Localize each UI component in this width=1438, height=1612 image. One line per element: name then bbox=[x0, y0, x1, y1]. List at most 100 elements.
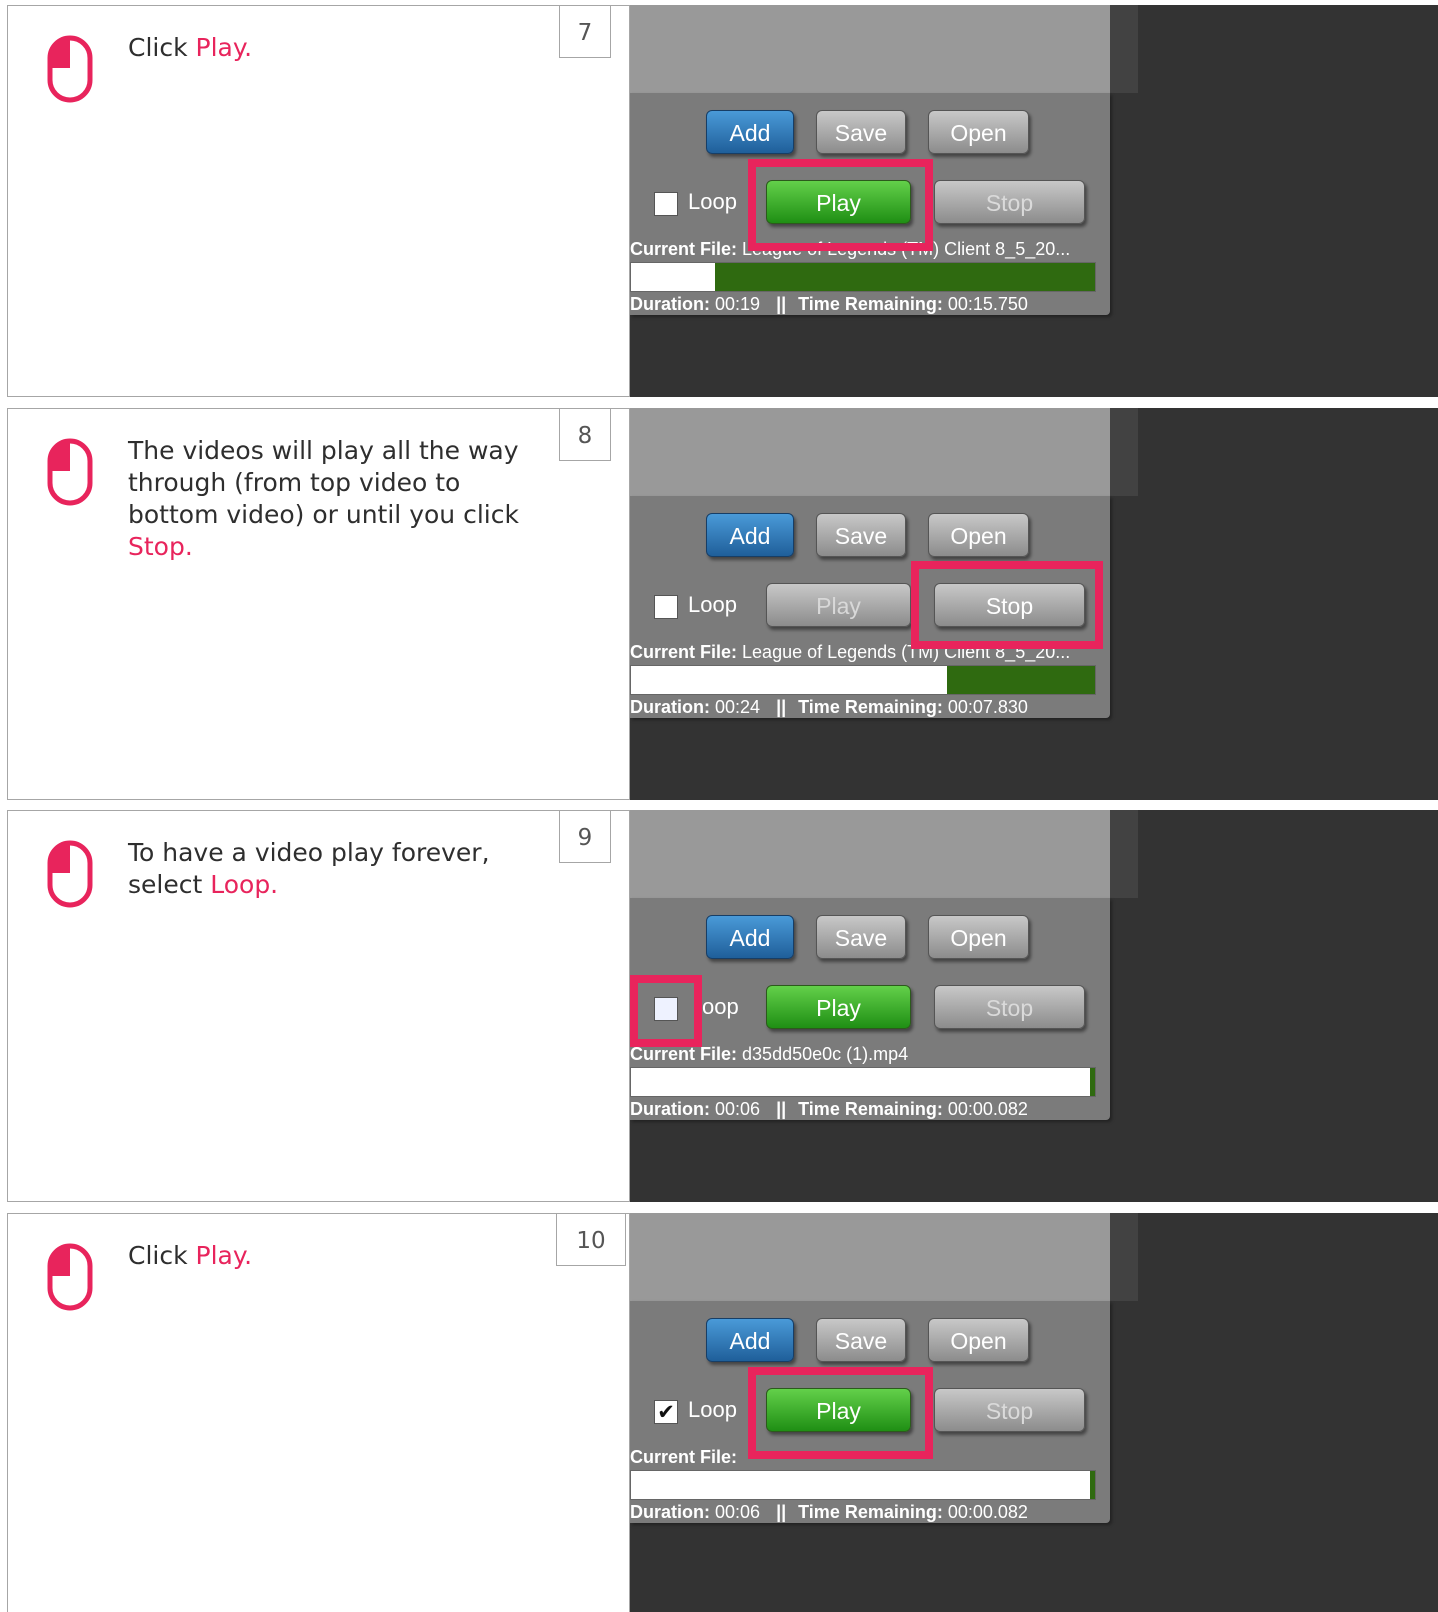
step-instruction: To have a video play forever, select Loo… bbox=[128, 837, 558, 901]
add-button[interactable]: Add bbox=[706, 1318, 794, 1362]
current-file-label: Current File: bbox=[630, 642, 738, 662]
step-screenshot: Add Save Open ✔ Loop Play Stop Current F… bbox=[629, 1213, 1438, 1612]
stop-button[interactable]: Stop bbox=[934, 985, 1085, 1029]
loop-label: Loop bbox=[688, 189, 737, 214]
current-file-label: Current File: bbox=[630, 1044, 738, 1064]
instruction-highlight: Play. bbox=[195, 1241, 253, 1270]
progress-fill bbox=[946, 666, 1095, 694]
save-button[interactable]: Save bbox=[816, 1318, 906, 1362]
play-button[interactable]: Play bbox=[766, 583, 911, 627]
duration-label: Duration: bbox=[630, 1502, 710, 1522]
loop-checkbox[interactable] bbox=[654, 192, 678, 216]
stop-button[interactable]: Stop bbox=[934, 180, 1085, 224]
step-8: The videos will play all the way through… bbox=[0, 408, 1438, 800]
mouse-left-click-icon bbox=[47, 1243, 93, 1311]
progress-bar bbox=[630, 1470, 1096, 1500]
duration-row: Duration: 00:24 || Time Remaining: 00:07.8… bbox=[630, 697, 1105, 718]
duration-row: Duration: 00:06 || Time Remaining: 00:00.0… bbox=[630, 1502, 1105, 1523]
time-remaining-label: Time Remaining: bbox=[798, 1502, 943, 1522]
instruction-text: To have a video play forever, select bbox=[128, 838, 490, 899]
time-remaining-label: Time Remaining: bbox=[798, 1099, 943, 1119]
time-remaining-value: 00:15.750 bbox=[947, 294, 1028, 314]
step-instruction: Click Play. bbox=[128, 32, 558, 64]
loop-checkbox[interactable] bbox=[654, 595, 678, 619]
screenshot-dark-edge bbox=[1110, 1213, 1138, 1301]
screenshot-dark-edge bbox=[1110, 5, 1138, 93]
save-button[interactable]: Save bbox=[816, 110, 906, 154]
instruction-text: The videos will play all the way through… bbox=[128, 436, 519, 529]
loop-label: Loop bbox=[688, 592, 737, 617]
stop-button[interactable]: Stop bbox=[934, 1388, 1085, 1432]
progress-fill bbox=[714, 263, 1095, 291]
instruction-text: Click bbox=[128, 33, 196, 62]
step-instruction-panel: To have a video play forever, select Loo… bbox=[7, 810, 629, 1202]
current-file-label: Current File: bbox=[630, 239, 738, 259]
play-button[interactable]: Play bbox=[766, 985, 911, 1029]
screenshot-top-area bbox=[630, 408, 1110, 496]
loop-label: oop bbox=[702, 994, 739, 1019]
save-button[interactable]: Save bbox=[816, 513, 906, 557]
loop-checkbox[interactable]: ✔ bbox=[654, 1400, 678, 1424]
instruction-highlight: Stop. bbox=[128, 532, 193, 561]
step-number: 10 bbox=[556, 1214, 626, 1266]
open-button[interactable]: Open bbox=[928, 1318, 1029, 1362]
separator: || bbox=[776, 1099, 787, 1119]
screenshot-top-area bbox=[630, 810, 1110, 898]
step-number: 7 bbox=[559, 6, 611, 58]
progress-bar bbox=[630, 1067, 1096, 1097]
current-file: Current File: d35dd50e0c (1).mp4 bbox=[630, 1044, 1105, 1065]
highlight-box bbox=[630, 975, 702, 1047]
step-instruction-panel: The videos will play all the way through… bbox=[7, 408, 629, 800]
add-button[interactable]: Add bbox=[706, 110, 794, 154]
instruction-highlight: Play. bbox=[195, 33, 253, 62]
duration-label: Duration: bbox=[630, 294, 710, 314]
step-instruction: The videos will play all the way through… bbox=[128, 435, 558, 563]
step-instruction: Click Play. bbox=[128, 1240, 558, 1272]
add-button[interactable]: Add bbox=[706, 513, 794, 557]
highlight-box bbox=[748, 1367, 933, 1459]
mouse-left-click-icon bbox=[47, 35, 93, 103]
step-instruction-panel: Click Play. 10 bbox=[7, 1213, 629, 1612]
mouse-left-click-icon bbox=[47, 438, 93, 506]
duration-row: Duration: 00:19 || Time Remaining: 00:15.7… bbox=[630, 294, 1105, 315]
step-screenshot: Add Save Open Loop Play Stop Current Fil… bbox=[629, 5, 1438, 397]
duration-value: 00:06 bbox=[715, 1099, 761, 1119]
step-10: Click Play. 10 Add Save Open ✔ Loop Play… bbox=[0, 1213, 1438, 1612]
player-panel: Add Save Open oop Play Stop Current File… bbox=[630, 898, 1110, 1120]
step-9: To have a video play forever, select Loo… bbox=[0, 810, 1438, 1202]
step-number: 9 bbox=[559, 811, 611, 863]
screenshot-top-area bbox=[630, 1213, 1110, 1301]
step-list: Click Play. 7 Add Save Open Loop Play St… bbox=[0, 0, 1438, 1612]
separator: || bbox=[776, 697, 787, 717]
current-file-name: d35dd50e0c (1).mp4 bbox=[742, 1044, 909, 1064]
open-button[interactable]: Open bbox=[928, 110, 1029, 154]
checkmark-icon: ✔ bbox=[657, 1400, 675, 1424]
screenshot-dark-edge bbox=[1110, 810, 1138, 898]
current-file-label: Current File: bbox=[630, 1447, 738, 1467]
time-remaining-label: Time Remaining: bbox=[798, 697, 943, 717]
duration-value: 00:24 bbox=[715, 697, 761, 717]
duration-label: Duration: bbox=[630, 1099, 710, 1119]
save-button[interactable]: Save bbox=[816, 915, 906, 959]
open-button[interactable]: Open bbox=[928, 915, 1029, 959]
duration-value: 00:06 bbox=[715, 1502, 761, 1522]
step-7: Click Play. 7 Add Save Open Loop Play St… bbox=[0, 5, 1438, 397]
loop-label: Loop bbox=[688, 1397, 737, 1422]
separator: || bbox=[776, 294, 787, 314]
highlight-box bbox=[748, 159, 933, 251]
step-number: 8 bbox=[559, 409, 611, 461]
mouse-left-click-icon bbox=[47, 840, 93, 908]
progress-bar bbox=[630, 665, 1096, 695]
duration-value: 00:19 bbox=[715, 294, 761, 314]
instruction-text: Click bbox=[128, 1241, 196, 1270]
progress-bar bbox=[630, 262, 1096, 292]
step-instruction-panel: Click Play. 7 bbox=[7, 5, 629, 397]
screenshot-top-area bbox=[630, 5, 1110, 93]
duration-label: Duration: bbox=[630, 697, 710, 717]
time-remaining-label: Time Remaining: bbox=[798, 294, 943, 314]
open-button[interactable]: Open bbox=[928, 513, 1029, 557]
add-button[interactable]: Add bbox=[706, 915, 794, 959]
screenshot-dark-edge bbox=[1110, 408, 1138, 496]
time-remaining-value: 00:00.082 bbox=[947, 1502, 1028, 1522]
time-remaining-value: 00:00.082 bbox=[947, 1099, 1028, 1119]
